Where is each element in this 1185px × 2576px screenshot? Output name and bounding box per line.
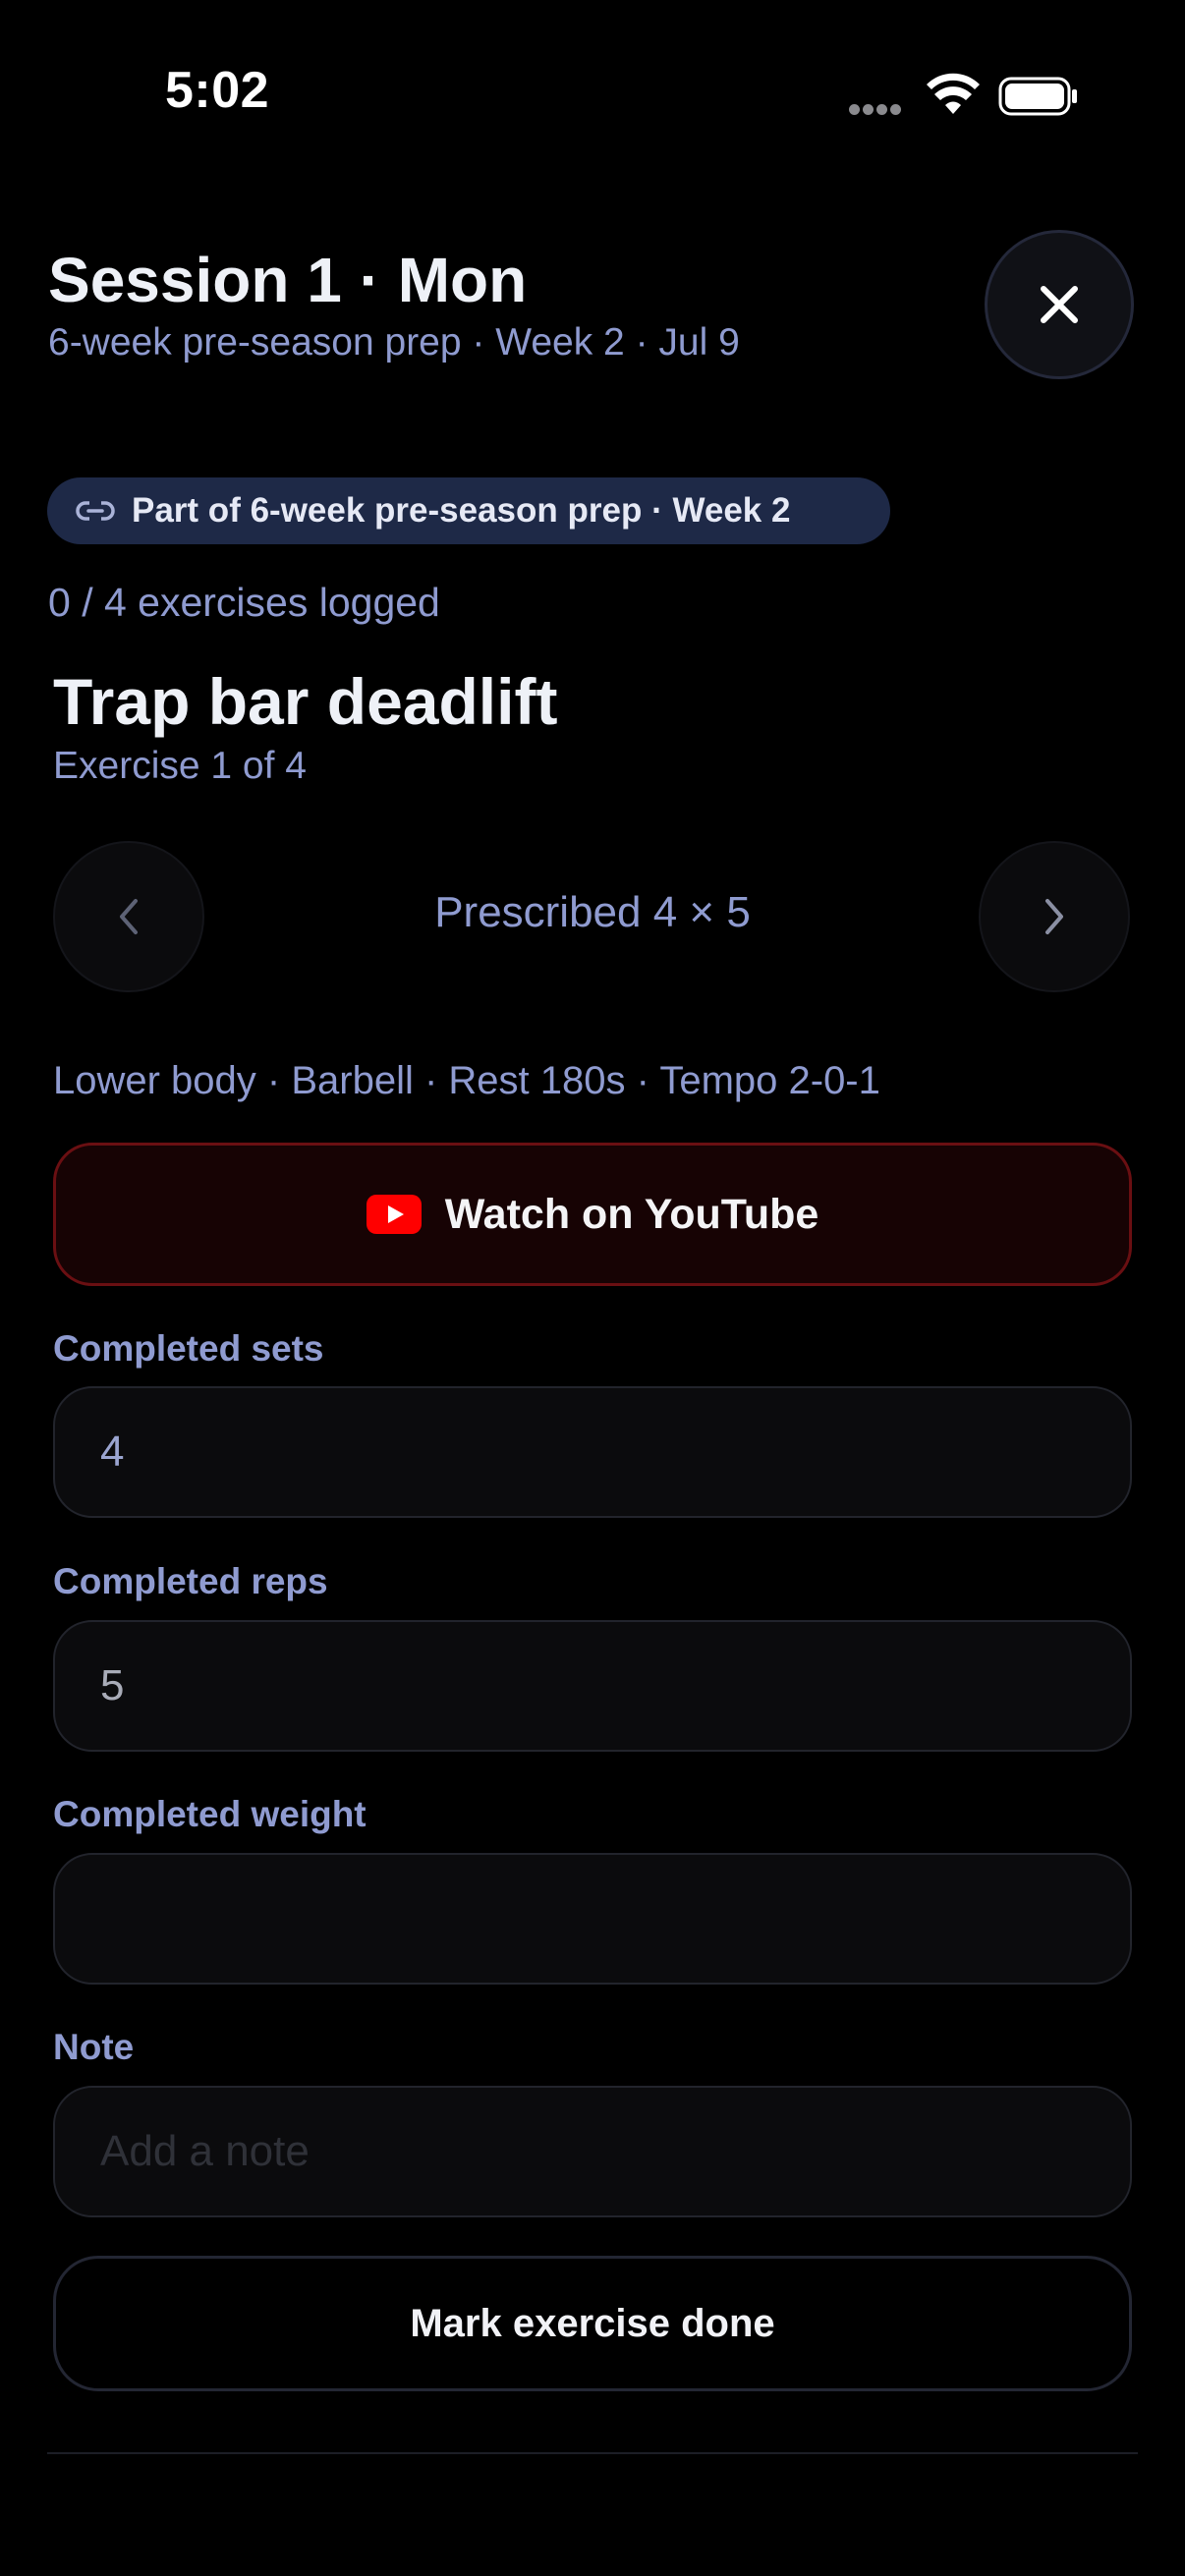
completed-sets-input[interactable] (53, 1386, 1132, 1518)
next-exercise-button[interactable] (979, 841, 1130, 992)
page-subtitle: 6-week pre-season prep · Week 2 · Jul 9 (48, 321, 740, 364)
close-icon (1041, 286, 1078, 323)
completed-weight-input[interactable] (53, 1853, 1132, 1985)
close-button[interactable] (985, 230, 1134, 379)
youtube-icon (366, 1195, 422, 1234)
exercises-progress: 0 / 4 exercises logged (48, 580, 440, 625)
divider (47, 2452, 1138, 2454)
program-chip[interactable]: Part of 6-week pre-season prep · Week 2 (47, 477, 890, 544)
status-time: 5:02 (165, 62, 270, 119)
completed-sets-label: Completed sets (53, 1328, 324, 1369)
link-icon (76, 500, 115, 522)
wifi-icon (927, 73, 980, 114)
exercise-name: Trap bar deadlift (53, 665, 558, 738)
note-input[interactable] (53, 2086, 1132, 2217)
mark-exercise-done-button[interactable]: Mark exercise done (53, 2256, 1132, 2391)
exercise-index: Exercise 1 of 4 (53, 745, 307, 787)
exercise-meta: Lower body · Barbell · Rest 180s · Tempo… (53, 1059, 880, 1102)
chevron-right-icon (1045, 899, 1063, 934)
page-title: Session 1 · Mon (48, 245, 528, 315)
watch-youtube-button[interactable]: Watch on YouTube (53, 1143, 1132, 1286)
watch-youtube-label: Watch on YouTube (444, 1190, 819, 1238)
program-chip-label: Part of 6-week pre-season prep · Week 2 (132, 491, 791, 530)
note-label: Note (53, 2027, 135, 2067)
battery-icon (998, 77, 1077, 116)
cellular-signal-icon (849, 102, 904, 116)
completed-reps-input[interactable] (53, 1620, 1132, 1752)
completed-weight-label: Completed weight (53, 1794, 367, 1834)
completed-reps-label: Completed reps (53, 1561, 328, 1601)
